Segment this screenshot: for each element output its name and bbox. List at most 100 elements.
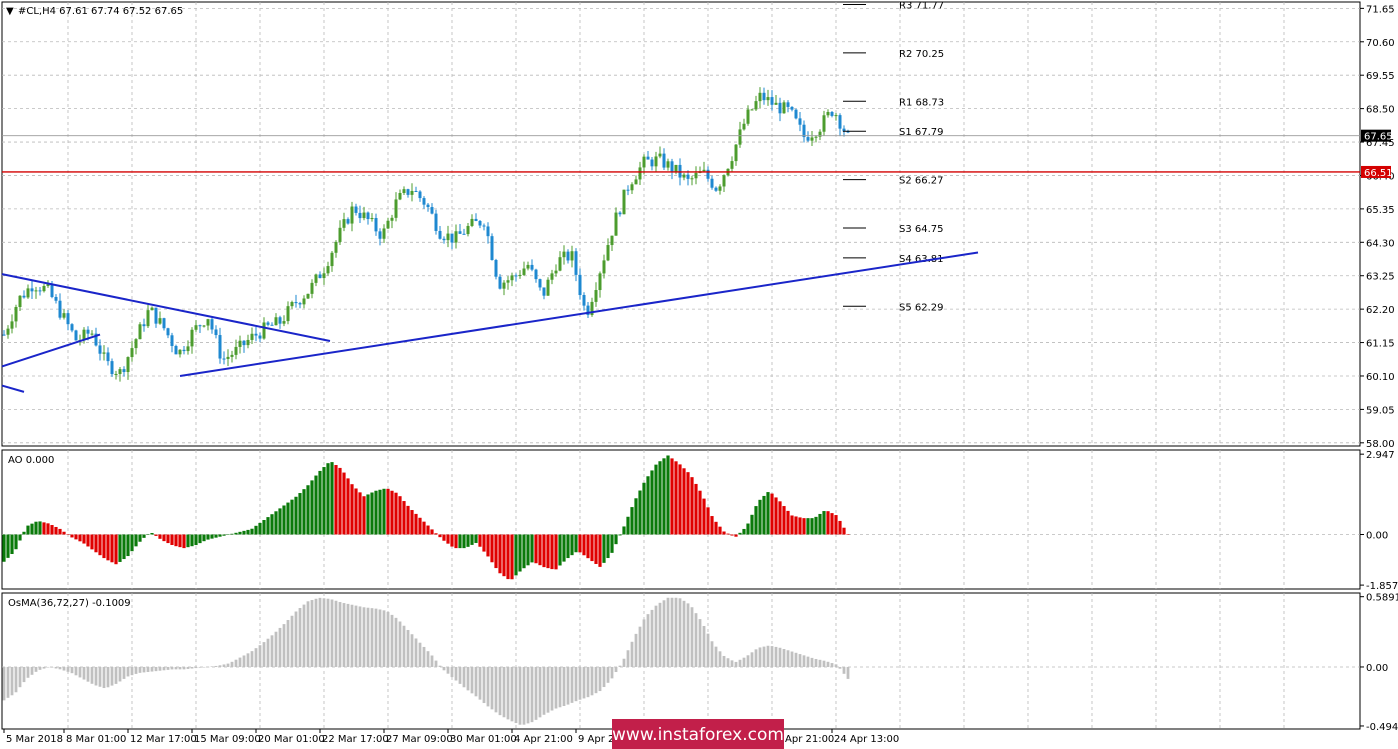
osma-bar — [98, 666, 102, 687]
ao-bar — [338, 467, 342, 535]
ao-bar — [446, 534, 450, 544]
ao-bar — [626, 516, 630, 535]
osma-bar — [742, 657, 746, 667]
candle-body — [406, 189, 410, 195]
osma-bar — [754, 649, 758, 667]
ao-bar — [218, 534, 222, 537]
osma-bar — [126, 666, 130, 677]
candle-body — [558, 257, 562, 271]
svg-text:www.instaforex.com: www.instaforex.com — [612, 725, 784, 745]
candle-body — [766, 97, 770, 101]
ao-bar — [362, 496, 366, 535]
candle-body — [574, 251, 578, 275]
ao-bar — [278, 508, 282, 535]
osma-bar — [206, 666, 210, 668]
price-tick-label: 65.35 — [1366, 205, 1395, 216]
ao-bar — [386, 488, 390, 535]
candle-body — [38, 290, 42, 292]
candle-body — [134, 339, 138, 349]
osma-bar — [402, 625, 406, 667]
osma-bar — [314, 598, 318, 667]
candle-body — [54, 296, 58, 301]
candle-body — [706, 169, 710, 179]
candle-body — [498, 276, 502, 289]
osma-bar — [590, 666, 594, 696]
osma-bar — [458, 666, 462, 684]
candle-body — [126, 357, 130, 373]
osma-bar — [674, 597, 678, 667]
ao-bar — [46, 523, 50, 535]
candle-body — [470, 218, 474, 226]
candle-body — [274, 317, 278, 326]
candle-body — [42, 285, 46, 292]
ao-bar — [142, 534, 146, 538]
candle-body — [730, 161, 734, 169]
price-tick-label: 64.30 — [1366, 238, 1395, 249]
candle-body — [86, 329, 90, 334]
ao-bar — [414, 513, 418, 535]
osma-bar — [390, 614, 394, 667]
ao-bar — [418, 517, 422, 535]
ao-bar — [498, 534, 502, 574]
ao-bar — [330, 462, 334, 535]
ao-bar — [746, 523, 750, 535]
candle-body — [434, 213, 438, 231]
ao-bar — [6, 534, 10, 558]
osma-bar — [522, 666, 526, 725]
candle-body — [14, 307, 18, 322]
ao-bar — [666, 455, 670, 535]
candle-body — [486, 226, 490, 237]
osma-bar — [202, 666, 206, 668]
ao-bar — [742, 528, 746, 535]
candle-body — [198, 325, 202, 327]
candle-body — [722, 175, 726, 187]
candle-body — [338, 227, 342, 242]
osma-bar — [366, 607, 370, 667]
watermark: www.instaforex.com — [612, 719, 784, 749]
chart-menu-icon[interactable]: ▼ — [6, 6, 14, 17]
candle-body — [606, 245, 610, 261]
ao-bar — [154, 534, 158, 536]
osma-bar — [694, 613, 698, 667]
ao-bar — [770, 493, 774, 535]
ao-bar — [342, 472, 346, 535]
ao-bar — [670, 458, 674, 535]
price-tick-label: 62.20 — [1366, 305, 1395, 316]
candle-body — [650, 159, 654, 167]
candle-body — [254, 333, 258, 336]
candle-body — [374, 218, 378, 232]
osma-bar — [766, 645, 770, 667]
osma-bar — [846, 666, 850, 679]
candle-body — [322, 273, 326, 279]
osma-bar — [210, 666, 214, 667]
osma-bar — [62, 666, 66, 671]
osma-bar — [442, 666, 446, 671]
ao-bar — [690, 477, 694, 535]
candle-body — [814, 136, 818, 138]
ao-bar — [702, 498, 706, 535]
ao-bar — [630, 507, 634, 535]
ao-bar — [378, 489, 382, 535]
osma-bar — [466, 666, 470, 691]
ao-bar — [602, 534, 606, 563]
candle-body — [26, 288, 30, 298]
candle-body — [630, 184, 634, 191]
ao-bar — [802, 518, 806, 535]
candle-body — [282, 321, 286, 324]
ao-bar — [374, 490, 378, 535]
candle-body — [542, 287, 546, 296]
candle-body — [738, 129, 742, 145]
osma-bar — [650, 609, 654, 667]
ao-bar — [734, 534, 738, 537]
osma-bar — [726, 658, 730, 667]
candle-body — [174, 345, 178, 355]
osma-bar — [114, 666, 118, 684]
osma-bar — [734, 661, 738, 667]
candle-body — [22, 295, 26, 298]
osma-bar — [154, 666, 158, 672]
ao-bar — [506, 534, 510, 580]
osma-bar — [386, 611, 390, 667]
ao-bar — [222, 534, 226, 536]
ao-bar — [234, 532, 238, 535]
current-price-tag: 67.65 — [1364, 132, 1393, 143]
